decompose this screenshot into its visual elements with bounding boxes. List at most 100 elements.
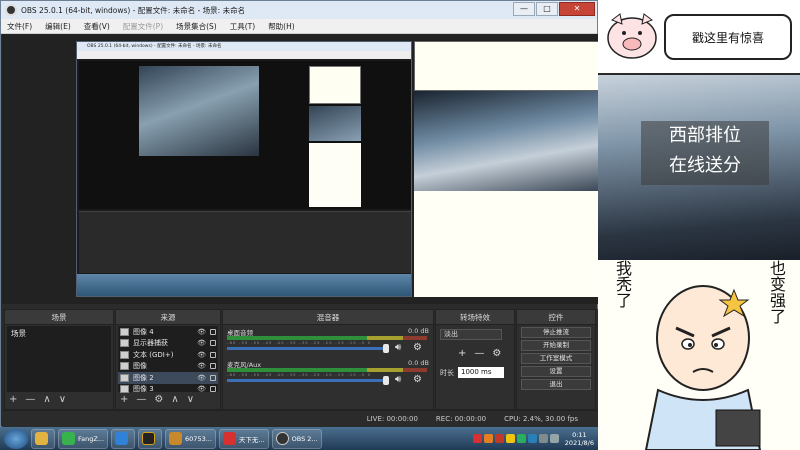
- channel-db: 0.0 dB: [408, 359, 429, 367]
- source-item[interactable]: 文本 (GDI+) 👁︎: [118, 349, 218, 361]
- clock[interactable]: 0:11 2021/8/6: [565, 431, 594, 447]
- move-scene-up-button[interactable]: ∧: [43, 394, 50, 406]
- taskbar-netease[interactable]: 天下无...: [218, 428, 269, 449]
- source-label: 显示器捕获: [133, 339, 168, 348]
- tray-icon[interactable]: [494, 434, 504, 443]
- preview-soldier-image: [414, 91, 600, 191]
- lock-icon[interactable]: [210, 374, 216, 381]
- preview-bubble-image: [414, 41, 600, 91]
- duration-label: 时长: [440, 368, 454, 377]
- network-icon[interactable]: [538, 434, 548, 443]
- move-source-down-button[interactable]: ∨: [187, 394, 194, 406]
- gear-icon[interactable]: ⚙: [413, 374, 422, 385]
- menu-scene-collection[interactable]: 场景集合(S): [176, 21, 217, 32]
- taskbar-explorer[interactable]: [31, 428, 55, 449]
- nested-docks: [79, 211, 411, 273]
- remove-scene-button[interactable]: —: [25, 394, 35, 406]
- tray-icon[interactable]: [472, 434, 482, 443]
- move-scene-down-button[interactable]: ∨: [59, 394, 66, 406]
- start-button[interactable]: [4, 428, 28, 449]
- menu-tools[interactable]: 工具(T): [230, 21, 255, 32]
- scenes-list[interactable]: 场景: [7, 326, 111, 392]
- transition-select[interactable]: 淡出: [440, 329, 502, 340]
- volume-icon[interactable]: [549, 434, 559, 443]
- taskbar-label: OBS 2...: [291, 434, 318, 443]
- gear-icon[interactable]: ⚙: [413, 342, 422, 353]
- volume-slider[interactable]: [227, 379, 389, 382]
- source-item[interactable]: 图像 👁︎: [118, 361, 218, 373]
- image-source-icon: [120, 350, 129, 359]
- duration-input[interactable]: 1000 ms: [458, 367, 504, 378]
- minimize-button[interactable]: —: [513, 2, 535, 16]
- taskbar-obs[interactable]: OBS 2...: [271, 428, 322, 449]
- scene-item[interactable]: 场景: [7, 326, 111, 341]
- source-properties-button[interactable]: ⚙: [154, 394, 163, 406]
- lock-icon[interactable]: [210, 386, 216, 393]
- sources-list[interactable]: 图像 4 👁︎ 显示器捕获 👁︎ 文本 (GDI+) 👁︎ 图像 👁︎ 图像 2 👁︎ 图像 3 👁︎: [118, 326, 218, 394]
- eye-icon[interactable]: 👁︎: [197, 351, 206, 359]
- taskbar-label: FangZ...: [78, 434, 105, 443]
- eye-icon[interactable]: 👁︎: [197, 385, 206, 393]
- tray-icon[interactable]: [483, 434, 493, 443]
- menu-bar: 文件(F) 编辑(E) 查看(V) 配置文件(P) 场景集合(S) 工具(T) …: [1, 19, 597, 34]
- cpu-fps: CPU: 2.4%, 30.00 fps: [504, 415, 578, 423]
- source-label: 图像 2: [133, 373, 154, 382]
- scenes-header: 场景: [5, 310, 113, 325]
- exit-button[interactable]: 退出: [521, 379, 591, 390]
- eye-icon[interactable]: 👁︎: [197, 328, 206, 336]
- status-bar: LIVE: 00:00:00 REC: 00:00:00 CPU: 2.4%, …: [2, 410, 598, 427]
- menu-help[interactable]: 帮助(H): [268, 21, 295, 32]
- volume-slider-handle[interactable]: [383, 344, 389, 353]
- transition-type-row: 淡出: [436, 325, 514, 344]
- nested-window-title: OBS 25.0.1 (64-bit, windows) - 配置文件: 未命名…: [77, 42, 411, 51]
- lock-icon[interactable]: [210, 363, 216, 370]
- speech-bubble: 戳这里有惊喜: [664, 14, 792, 60]
- lock-icon[interactable]: [210, 340, 216, 347]
- scenes-dock: 场景 场景 + — ∧ ∨: [4, 309, 114, 410]
- speaker-icon[interactable]: 🔊︎: [395, 342, 401, 353]
- title-bar[interactable]: OBS 25.0.1 (64-bit, windows) - 配置文件: 未命名…: [1, 1, 597, 19]
- eye-icon[interactable]: 👁︎: [197, 339, 206, 347]
- remove-source-button[interactable]: —: [136, 394, 146, 406]
- eye-icon[interactable]: 👁︎: [197, 374, 206, 382]
- taskbar-60753[interactable]: 60753...: [165, 428, 216, 449]
- nested-obs-capture: OBS 25.0.1 (64-bit, windows) - 配置文件: 未命名…: [76, 41, 412, 297]
- clock-date: 2021/8/6: [564, 438, 594, 447]
- menu-profile[interactable]: 配置文件(P): [123, 21, 163, 32]
- menu-edit[interactable]: 编辑(E): [45, 21, 71, 32]
- mixer-channel-desktop: 桌面音频 0.0 dB -60 -55 -50 -45 -40 -35 -30 …: [223, 326, 435, 354]
- volume-slider[interactable]: [227, 347, 389, 350]
- taskbar-fangz[interactable]: FangZ...: [58, 428, 109, 449]
- tray-icon[interactable]: [516, 434, 526, 443]
- move-source-up-button[interactable]: ∧: [171, 394, 178, 406]
- pig-mascot-icon: [607, 13, 657, 59]
- source-item[interactable]: 显示器捕获 👁︎: [118, 338, 218, 350]
- menu-file[interactable]: 文件(F): [7, 21, 32, 32]
- add-scene-button[interactable]: +: [9, 394, 17, 406]
- stop-streaming-button[interactable]: 停止推流: [521, 327, 591, 338]
- preview-area[interactable]: OBS 25.0.1 (64-bit, windows) - 配置文件: 未命名…: [2, 34, 600, 304]
- maximize-button[interactable]: □: [536, 2, 558, 16]
- tray-icon[interactable]: [527, 434, 537, 443]
- lock-icon[interactable]: [210, 351, 216, 358]
- add-source-button[interactable]: +: [120, 394, 128, 406]
- settings-button[interactable]: 设置: [521, 366, 591, 377]
- lock-icon[interactable]: [210, 328, 216, 335]
- taskbar-g[interactable]: [138, 428, 163, 449]
- speaker-icon[interactable]: 🔊︎: [395, 374, 401, 385]
- close-button[interactable]: ✕: [559, 2, 595, 16]
- source-item[interactable]: 图像 4 👁︎: [118, 326, 218, 338]
- preview-meme-image: [414, 191, 600, 297]
- studio-mode-button[interactable]: 工作室模式: [521, 353, 591, 364]
- remove-transition-button[interactable]: —: [474, 348, 484, 359]
- eye-icon[interactable]: 👁︎: [197, 362, 206, 370]
- add-transition-button[interactable]: +: [458, 348, 466, 359]
- volume-slider-handle[interactable]: [383, 376, 389, 385]
- start-recording-button[interactable]: 开始录制: [521, 340, 591, 351]
- bubble-banner: 戳这里有惊喜: [598, 0, 800, 75]
- tray-icon[interactable]: [505, 434, 515, 443]
- transition-properties-icon[interactable]: ⚙: [492, 348, 501, 359]
- menu-view[interactable]: 查看(V): [84, 21, 110, 32]
- taskbar-ie[interactable]: [111, 428, 136, 449]
- source-item[interactable]: 图像 2 👁︎: [118, 372, 218, 384]
